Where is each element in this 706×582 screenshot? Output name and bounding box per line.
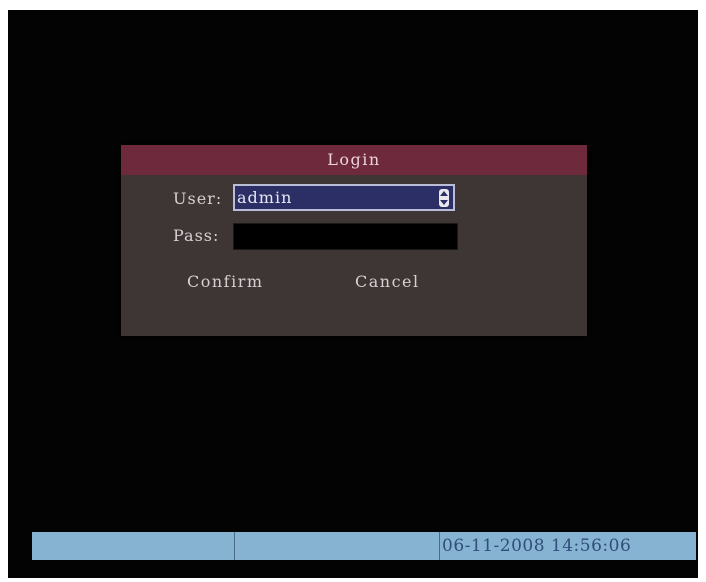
status-segment-2 bbox=[235, 532, 440, 560]
user-select-value: admin bbox=[237, 188, 293, 207]
login-dialog: Login User: admin Pass: Confirm Cancel bbox=[121, 145, 587, 336]
user-select[interactable]: admin bbox=[233, 184, 455, 211]
datetime-display: 06-11-2008 14:56:06 bbox=[442, 536, 632, 556]
dialog-title: Login bbox=[121, 145, 587, 175]
pass-label: Pass: bbox=[173, 226, 220, 245]
status-bar: 06-11-2008 14:56:06 bbox=[32, 532, 696, 560]
dvr-screen: Login User: admin Pass: Confirm Cancel bbox=[8, 10, 698, 578]
user-label: User: bbox=[173, 189, 223, 208]
updown-spin-icon[interactable] bbox=[439, 189, 449, 207]
status-segment-1 bbox=[32, 532, 235, 560]
password-input[interactable] bbox=[233, 223, 458, 250]
confirm-button[interactable]: Confirm bbox=[187, 272, 264, 291]
cancel-button[interactable]: Cancel bbox=[355, 272, 420, 291]
